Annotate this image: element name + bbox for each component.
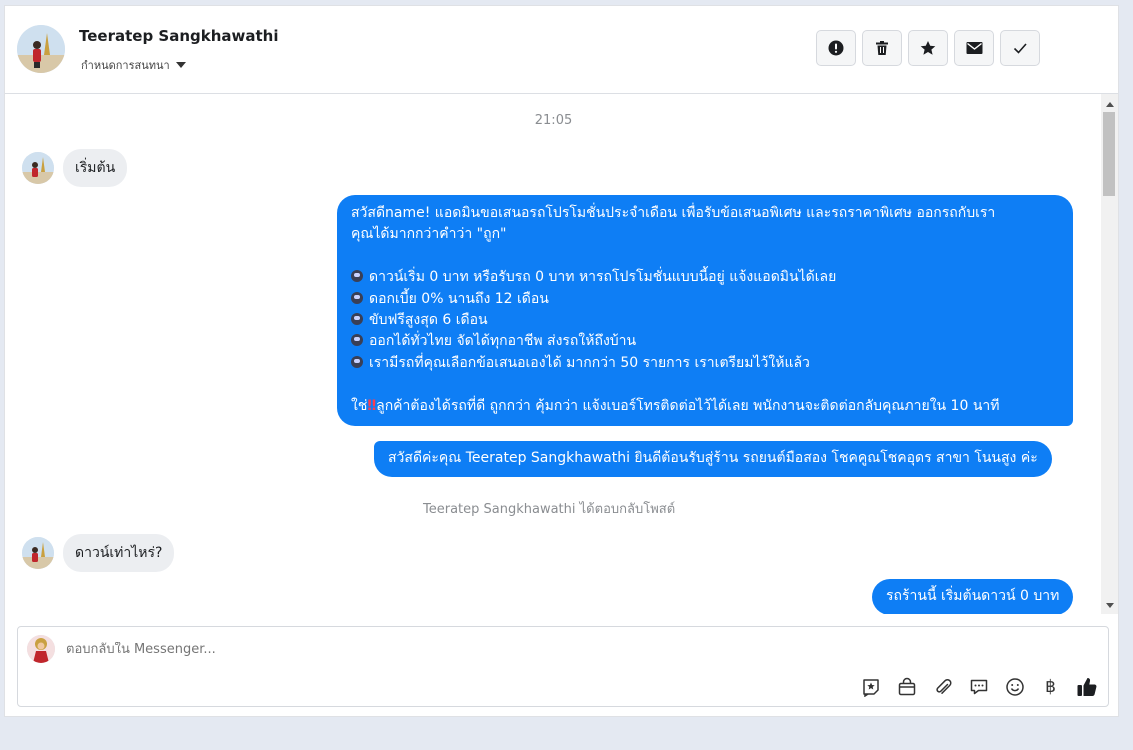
- assign-conversation-dropdown[interactable]: กำหนดการสนทนา: [81, 56, 186, 74]
- message-bullet: ดาวน์เริ่ม 0 บาท หรือรับรถ 0 บาท หารถโปร…: [351, 267, 1059, 288]
- scroll-up-arrow-icon[interactable]: [1106, 102, 1114, 107]
- like-button[interactable]: [1075, 675, 1098, 698]
- trash-icon: [876, 41, 888, 55]
- thread-scrollbar[interactable]: [1101, 94, 1118, 614]
- car-emoji-icon: [351, 270, 363, 283]
- scrollbar-thumb[interactable]: [1103, 112, 1115, 196]
- scroll-down-arrow-icon[interactable]: [1106, 603, 1114, 608]
- outgoing-message[interactable]: สวัสดีname! แอดมินขอเสนอรถโปรโมชั่นประจำ…: [337, 195, 1073, 426]
- contact-avatar-small: [22, 152, 54, 184]
- incoming-message-row: เริ่มต้น: [22, 149, 128, 187]
- header-actions: [816, 30, 1040, 66]
- star-button[interactable]: [908, 30, 948, 66]
- emoji-icon: [1005, 677, 1024, 696]
- incoming-message[interactable]: ดาวน์เท่าไหร่?: [63, 534, 175, 572]
- message-line: สวัสดีname! แอดมินขอเสนอรถโปรโมชั่นประจำ…: [351, 205, 996, 221]
- outgoing-message[interactable]: สวัสดีค่ะคุณ Teeratep Sangkhawathi ยินดี…: [374, 441, 1052, 477]
- mail-icon: [966, 42, 982, 54]
- mark-unread-button[interactable]: [954, 30, 994, 66]
- message-closing: ใช่‼ลูกค้าต้องได้รถที่ดี ถูกกว่า คุ้มกว่…: [351, 397, 1000, 414]
- post-reply-notice: Teeratep Sangkhawathi ได้ตอบกลับโพสต์: [423, 502, 676, 517]
- mark-done-button[interactable]: [1000, 30, 1040, 66]
- alert-icon: [828, 40, 844, 56]
- attach-button[interactable]: [931, 675, 954, 698]
- car-emoji-icon: [351, 334, 363, 347]
- message-timestamp: 21:05: [534, 113, 573, 128]
- message-bullet: เรามีรถที่คุณเลือกข้อเสนอเองได้ มากกว่า …: [351, 353, 1059, 374]
- incoming-message[interactable]: เริ่มต้น: [63, 149, 128, 187]
- mark-spam-button[interactable]: [816, 30, 856, 66]
- outgoing-message[interactable]: รถร้านนี้ เริ่มต้นดาวน์ 0 บาท: [872, 579, 1074, 614]
- message-bullet: ขับฟรีสูงสุด 6 เดือน: [351, 310, 1059, 331]
- car-emoji-icon: [351, 291, 363, 304]
- sticker-icon: [862, 678, 879, 697]
- double-exclamation-icon: ‼: [367, 397, 377, 414]
- bag-icon: [898, 677, 915, 695]
- message-bullet: ดอกเบี้ย 0% นานถึง 12 เดือน: [351, 289, 1059, 310]
- star-icon: [920, 41, 936, 55]
- conversation-header: Teeratep Sangkhawathi กำหนดการสนทนา: [5, 6, 1118, 94]
- conversation-panel: Teeratep Sangkhawathi กำหนดการสนทนา 21:0…: [4, 5, 1119, 717]
- assign-label: กำหนดการสนทนา: [81, 59, 170, 72]
- message-line: คุณได้มากกว่าคำว่า "ถูก": [351, 226, 507, 243]
- reply-composer: ฿: [17, 626, 1109, 707]
- message-bullet: ออกได้ทั่วไทย จัดได้ทุกอาชีพ ส่งรถให้ถึง…: [351, 331, 1059, 352]
- car-emoji-icon: [351, 313, 363, 326]
- contact-name[interactable]: Teeratep Sangkhawathi: [79, 27, 279, 45]
- payment-button[interactable]: ฿: [1039, 675, 1062, 698]
- emoji-button[interactable]: [1003, 675, 1026, 698]
- sticker-button[interactable]: [859, 675, 882, 698]
- chevron-down-icon: [175, 62, 186, 68]
- check-icon: [1013, 43, 1027, 54]
- incoming-message-row: ดาวน์เท่าไหร่?: [22, 534, 175, 572]
- baht-icon: ฿: [1045, 676, 1056, 697]
- saved-reply-icon: [970, 679, 987, 694]
- composer-toolbar: ฿: [859, 675, 1098, 698]
- reply-input[interactable]: [66, 642, 666, 657]
- car-emoji-icon: [351, 355, 363, 368]
- message-thread[interactable]: 21:05 เริ่มต้น สวัสดีname! แอดมินขอเสนอร…: [5, 94, 1102, 614]
- saved-replies-button[interactable]: [967, 675, 990, 698]
- attachment-icon: [935, 678, 951, 694]
- page-avatar: [27, 635, 55, 663]
- shop-button[interactable]: [895, 675, 918, 698]
- delete-button[interactable]: [862, 30, 902, 66]
- like-icon: [1077, 677, 1096, 696]
- contact-avatar-small: [22, 537, 54, 569]
- contact-avatar[interactable]: [17, 25, 65, 73]
